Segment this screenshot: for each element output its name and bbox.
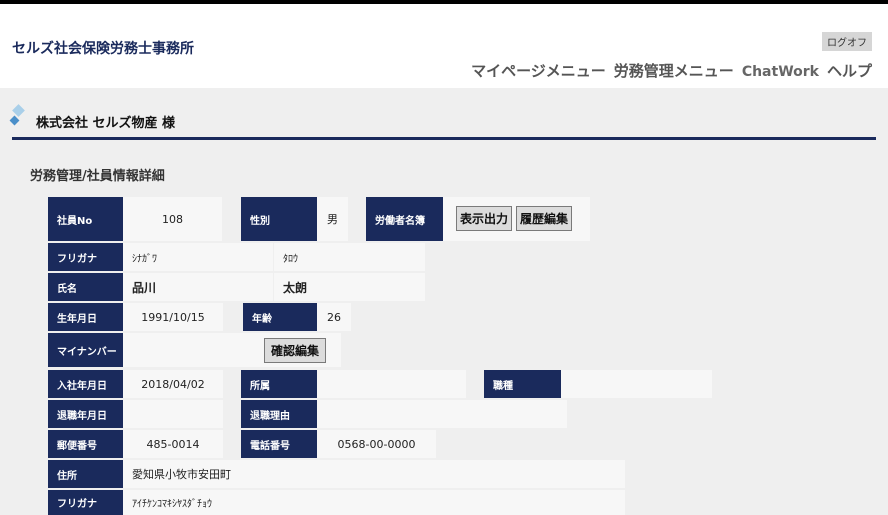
furigana-first-value: ﾀﾛｳ bbox=[274, 243, 425, 271]
name-first-value: 太朗 bbox=[274, 273, 425, 301]
main-nav: マイページメニュー 労務管理メニュー ChatWork ヘルプ bbox=[471, 60, 872, 81]
birthdate-value: 1991/10/15 bbox=[123, 303, 223, 331]
label-my-number: マイナンバー bbox=[48, 333, 123, 367]
name-last-value: 品川 bbox=[123, 273, 273, 301]
label-postal-code: 郵便番号 bbox=[48, 430, 123, 458]
confirm-edit-button[interactable]: 確認編集 bbox=[264, 338, 326, 363]
retire-reason-value bbox=[317, 400, 567, 428]
heading-divider bbox=[12, 137, 876, 140]
label-name: 氏名 bbox=[48, 273, 123, 301]
label-birthdate: 生年月日 bbox=[48, 303, 123, 331]
label-address-furigana: フリガナ bbox=[48, 490, 123, 515]
nav-labor-menu[interactable]: 労務管理メニュー bbox=[614, 60, 734, 81]
label-address: 住所 bbox=[48, 460, 123, 488]
department-value bbox=[317, 370, 466, 398]
hire-date-value: 2018/04/02 bbox=[123, 370, 223, 398]
label-retire-date: 退職年月日 bbox=[48, 400, 123, 428]
employee-no-value: 108 bbox=[123, 197, 222, 241]
label-furigana: フリガナ bbox=[48, 243, 123, 271]
page-title: 労務管理/社員情報詳細 bbox=[30, 169, 165, 184]
gender-value: 男 bbox=[317, 197, 348, 241]
furigana-last-value: ｼﾅｶﾞﾜ bbox=[123, 243, 273, 271]
label-employee-no: 社員No bbox=[48, 197, 123, 241]
header: セルズ社会保険労務士事務所 ログオフ マイページメニュー 労務管理メニュー Ch… bbox=[0, 4, 888, 88]
site-title[interactable]: セルズ社会保険労務士事務所 bbox=[12, 38, 194, 58]
retire-date-value bbox=[123, 400, 223, 428]
label-gender: 性別 bbox=[241, 197, 317, 241]
nav-chatwork[interactable]: ChatWork bbox=[742, 64, 819, 80]
company-name: 株式会社 セルズ物産 様 bbox=[36, 116, 176, 131]
job-type-value bbox=[561, 370, 712, 398]
postal-code-value: 485-0014 bbox=[123, 430, 223, 458]
address-value: 愛知県小牧市安田町 bbox=[123, 460, 625, 488]
label-age: 年齢 bbox=[243, 303, 317, 331]
print-button[interactable]: 表示出力 bbox=[456, 206, 512, 231]
label-retire-reason: 退職理由 bbox=[241, 400, 317, 428]
history-edit-button[interactable]: 履歴編集 bbox=[516, 206, 572, 231]
label-hire-date: 入社年月日 bbox=[48, 370, 123, 398]
label-job-type: 職種 bbox=[484, 370, 561, 398]
label-department: 所属 bbox=[241, 370, 317, 398]
address-furigana-value: ｱｲﾁｹﾝｺﾏｷｼﾔｽﾀﾞﾁｮｳ bbox=[123, 490, 625, 515]
phone-value: 0568-00-0000 bbox=[317, 430, 436, 458]
label-worker-roster: 労働者名簿 bbox=[366, 197, 443, 241]
age-value: 26 bbox=[317, 303, 351, 331]
label-phone: 電話番号 bbox=[241, 430, 317, 458]
logout-button[interactable]: ログオフ bbox=[822, 32, 872, 51]
nav-help[interactable]: ヘルプ bbox=[827, 60, 872, 81]
nav-mypage-menu[interactable]: マイページメニュー bbox=[471, 60, 606, 81]
main-content: 株式会社 セルズ物産 様 労務管理/社員情報詳細 社員No 108 性別 男 労… bbox=[0, 88, 888, 515]
